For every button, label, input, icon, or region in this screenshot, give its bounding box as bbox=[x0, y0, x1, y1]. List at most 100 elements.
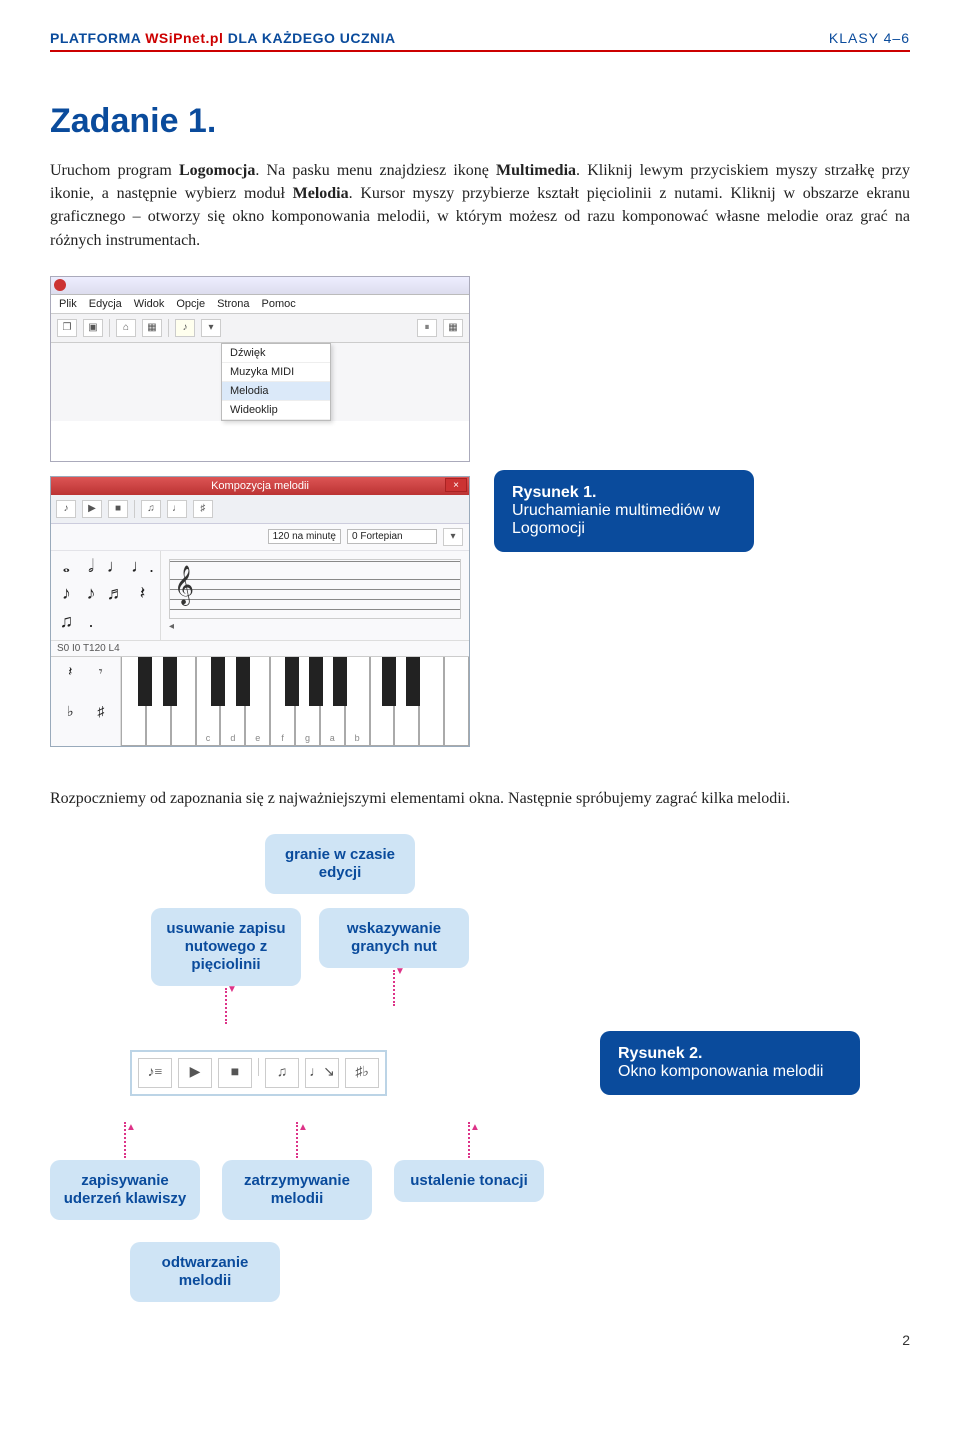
toolbar-btn-7[interactable]: ⏸ bbox=[417, 319, 437, 337]
menu-opcje[interactable]: Opcje bbox=[176, 298, 205, 310]
key-e: e bbox=[246, 733, 269, 743]
komp-btn-4[interactable]: ♫ bbox=[141, 500, 161, 518]
menu-strona[interactable]: Strona bbox=[217, 298, 249, 310]
note-palette: 𝅝 𝅗𝅥 ♩ ♩. ♪ ♪ ♬ 𝄽 ♫ . bbox=[51, 551, 161, 640]
label-zatrzymywanie: zatrzymywanie melodii bbox=[222, 1160, 372, 1220]
komp-btn-5[interactable]: ♩ bbox=[167, 500, 187, 518]
label-wskazywanie: wskazywanie granych nut bbox=[319, 908, 469, 968]
connector-1 bbox=[225, 988, 227, 1024]
toolbar-figure: ♪≡ ▶ ■ ♫ ♩↘ ♯♭ bbox=[130, 1050, 387, 1096]
tempo-instrument-row: 120 na minutę 0 Fortepian ▾ bbox=[51, 524, 469, 551]
komp-btn-1[interactable]: ♪ bbox=[56, 500, 76, 518]
key-b: b bbox=[346, 733, 369, 743]
toolbar-sep2 bbox=[168, 319, 169, 337]
note-dot-icon[interactable]: . bbox=[82, 612, 101, 634]
toolbar-sep bbox=[109, 319, 110, 337]
toolbar-btn-1[interactable]: ❐ bbox=[57, 319, 77, 337]
note-half-icon[interactable]: 𝅗𝅥 bbox=[82, 557, 101, 579]
menu-pomoc[interactable]: Pomoc bbox=[262, 298, 296, 310]
menu-plik[interactable]: Plik bbox=[59, 298, 77, 310]
app-icon bbox=[54, 279, 66, 291]
fig-btn-stop[interactable]: ■ bbox=[218, 1058, 252, 1088]
toolbar-btn-6[interactable]: ▾ bbox=[201, 319, 221, 337]
key-f: f bbox=[271, 733, 294, 743]
toolbar-btn-3[interactable]: ⌂ bbox=[116, 319, 136, 337]
fig-btn-edit-play[interactable]: ♫ bbox=[265, 1058, 299, 1088]
fig-btn-key[interactable]: ♯♭ bbox=[345, 1058, 379, 1088]
komp-btn-3[interactable]: ■ bbox=[108, 500, 128, 518]
connector-3 bbox=[124, 1122, 126, 1158]
menu-widok[interactable]: Widok bbox=[134, 298, 165, 310]
caption1-text: Uruchamianie multimediów w Logomocji bbox=[512, 502, 736, 538]
note-rest-icon[interactable]: 𝄽 bbox=[131, 584, 154, 606]
note-quarter-icon[interactable]: ♩ bbox=[106, 557, 125, 579]
komp-btn-6[interactable]: ♯ bbox=[193, 500, 213, 518]
header-rest: DLA KAŻDEGO UCZNIA bbox=[223, 30, 395, 46]
caption2-text: Okno komponowania melodii bbox=[618, 1063, 842, 1081]
scroll-indicator[interactable]: ◂ bbox=[169, 621, 461, 632]
komp-title: Kompozycja melodii bbox=[51, 477, 469, 495]
staff[interactable]: 𝄞 bbox=[169, 559, 461, 619]
key-c: c bbox=[197, 733, 220, 743]
komp-toolbar: ♪ ▶ ■ ♫ ♩ ♯ bbox=[51, 495, 469, 524]
caption1-title: Rysunek 1. bbox=[512, 484, 736, 502]
toolbar-btn-2[interactable]: ▣ bbox=[83, 319, 103, 337]
dropdown-wideoklip[interactable]: Wideoklip bbox=[222, 401, 330, 420]
toolbar-btn-8[interactable]: ▦ bbox=[443, 319, 463, 337]
komp-titlebar: Kompozycja melodii × bbox=[51, 477, 469, 495]
p1-b: Logomocja bbox=[179, 162, 255, 179]
label-usuwanie-zapisu: usuwanie zapisu nutowego z pięciolinii bbox=[151, 908, 301, 986]
page-number: 2 bbox=[50, 1332, 910, 1348]
kt-sep bbox=[134, 500, 135, 518]
komp-btn-2[interactable]: ▶ bbox=[82, 500, 102, 518]
note-whole-icon[interactable]: 𝅝 bbox=[57, 557, 76, 579]
extra-flat-icon[interactable]: ♭ bbox=[57, 703, 84, 740]
figure-2-caption: Rysunek 2. Okno komponowania melodii bbox=[600, 1031, 860, 1095]
toolbar-btn-4[interactable]: ▦ bbox=[142, 319, 162, 337]
fig-btn-record[interactable]: ♪≡ bbox=[138, 1058, 172, 1088]
task-title: Zadanie 1. bbox=[50, 102, 910, 141]
header-divider bbox=[50, 50, 910, 52]
fig-btn-play[interactable]: ▶ bbox=[178, 1058, 212, 1088]
instrument-field[interactable]: 0 Fortepian bbox=[347, 529, 437, 544]
menu-edycja[interactable]: Edycja bbox=[89, 298, 122, 310]
staff-area: 𝄞 ◂ bbox=[161, 551, 469, 640]
label-odtwarzanie: odtwarzanie melodii bbox=[130, 1242, 280, 1302]
note-sixteenth-icon[interactable]: ♬ bbox=[106, 584, 125, 606]
melody-composition-window: Kompozycja melodii × ♪ ▶ ■ ♫ ♩ ♯ 120 na … bbox=[50, 476, 470, 747]
close-icon[interactable]: × bbox=[445, 478, 467, 492]
fig-sep bbox=[258, 1058, 259, 1076]
key-a: a bbox=[321, 733, 344, 743]
notes-pane: 𝅝 𝅗𝅥 ♩ ♩. ♪ ♪ ♬ 𝄽 ♫ . 𝄞 bbox=[51, 551, 469, 640]
extra-rest2-icon[interactable]: 𝄾 bbox=[88, 663, 115, 700]
caption2-title: Rysunek 2. bbox=[618, 1045, 842, 1063]
dropdown-melodia[interactable]: Melodia bbox=[222, 382, 330, 401]
note-eighth-icon[interactable]: ♪ bbox=[57, 584, 76, 606]
multimedia-dropdown: Dźwięk Muzyka MIDI Melodia Wideoklip bbox=[221, 343, 331, 421]
toolbar-diagram: granie w czasie edycji usuwanie zapisu n… bbox=[50, 834, 570, 1302]
fig-btn-point[interactable]: ♩↘ bbox=[305, 1058, 339, 1088]
key-g: g bbox=[296, 733, 319, 743]
header-right: KLASY 4–6 bbox=[829, 30, 910, 46]
piano-keyboard[interactable]: c d e f g a b bbox=[121, 657, 469, 746]
header-brand: WSiPnet.pl bbox=[145, 30, 223, 46]
note-beam-icon[interactable]: ♫ bbox=[57, 612, 76, 634]
note-quarter-dot-icon[interactable]: ♩. bbox=[131, 557, 154, 579]
extra-sharp-icon[interactable]: ♯ bbox=[88, 703, 115, 740]
menubar: Plik Edycja Widok Opcje Strona Pomoc bbox=[51, 295, 469, 314]
note-eighth2-icon[interactable]: ♪ bbox=[82, 584, 101, 606]
p1-a: Uruchom program bbox=[50, 162, 179, 179]
extra-rest-icon[interactable]: 𝄽 bbox=[57, 663, 84, 700]
tempo-field[interactable]: 120 na minutę bbox=[268, 529, 341, 544]
canvas-area[interactable] bbox=[51, 421, 469, 461]
p1-c: . Na pasku menu znajdziesz ikonę bbox=[255, 162, 496, 179]
p1-d: Multimedia bbox=[496, 162, 576, 179]
keyboard-extras: 𝄽 𝄾 ♭ ♯ bbox=[51, 657, 121, 746]
instrument-dropdown-icon[interactable]: ▾ bbox=[443, 528, 463, 546]
dropdown-muzyka-midi[interactable]: Muzyka MIDI bbox=[222, 363, 330, 382]
toolbar-multimedia[interactable]: ♪ bbox=[175, 319, 195, 337]
dropdown-dzwiek[interactable]: Dźwięk bbox=[222, 344, 330, 363]
logomocja-window: Plik Edycja Widok Opcje Strona Pomoc ❐ ▣… bbox=[50, 276, 470, 462]
label-ustalenie: ustalenie tonacji bbox=[394, 1160, 544, 1202]
header-left: PLATFORMA WSiPnet.pl DLA KAŻDEGO UCZNIA bbox=[50, 30, 396, 46]
